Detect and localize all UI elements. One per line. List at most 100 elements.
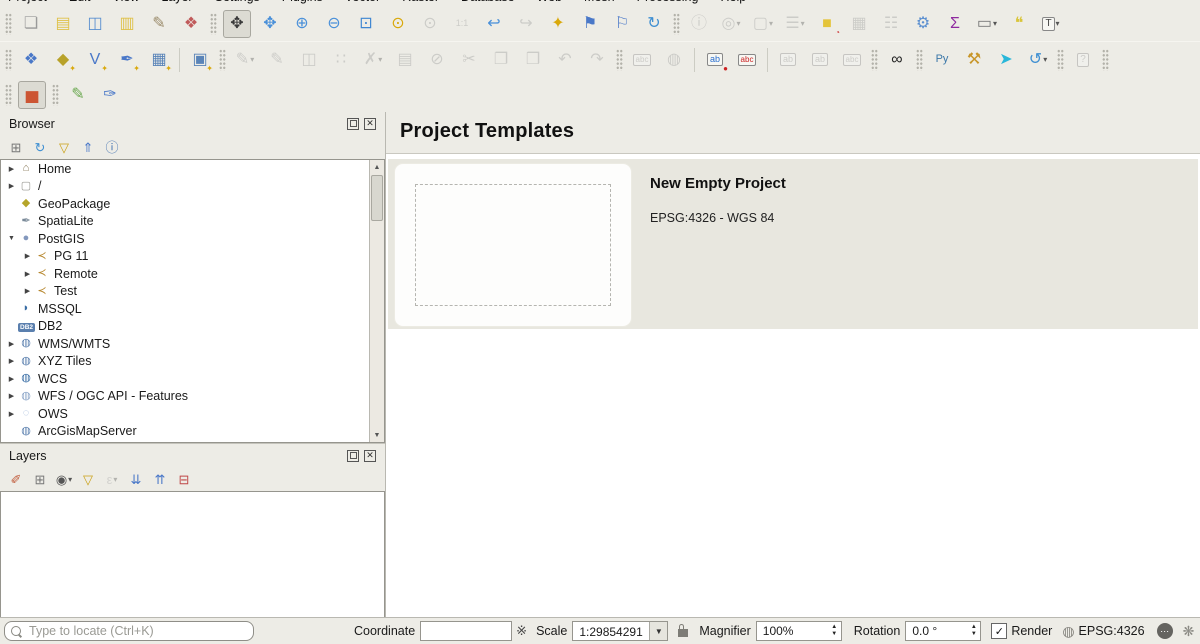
chevron-down-icon[interactable]: ▾ — [736, 19, 740, 28]
new-spatialite-layer-icon[interactable]: ✒✦ — [114, 47, 140, 73]
statistical-summary-icon[interactable]: Σ — [942, 11, 968, 37]
spinner-arrows-icon[interactable]: ▲▼ — [828, 624, 841, 637]
remove-layer-icon[interactable]: ⊟ — [174, 469, 194, 489]
coordinate-extent-icon[interactable]: ※ — [516, 623, 527, 639]
refresh-browser-icon[interactable]: ↻ — [30, 137, 50, 157]
plugin-hammer-icon[interactable]: ⚒ — [961, 47, 987, 73]
template-thumbnail-card[interactable] — [394, 163, 632, 327]
chevron-down-icon[interactable]: ▾ — [68, 475, 72, 484]
pan-to-selection-icon[interactable]: ✥ — [257, 11, 283, 37]
menu-item-settings[interactable]: Settings — [215, 0, 260, 4]
style-manager-icon[interactable]: ❖ — [178, 11, 204, 37]
rotation-spinbox[interactable]: 0.0 ° ▲▼ — [905, 621, 981, 641]
menu-item-view[interactable]: View — [112, 0, 139, 4]
tree-item-wms-wmts[interactable]: ▶◍WMS/WMTS — [1, 335, 384, 353]
toolbar-grip[interactable] — [219, 49, 226, 71]
filter-legend-icon[interactable]: ▽ — [78, 469, 98, 489]
menu-item-plugins[interactable]: Plugins — [282, 0, 323, 4]
chevron-down-icon[interactable]: ▾ — [1056, 19, 1060, 28]
crs-status-badge[interactable]: EPSG:4326 — [1079, 624, 1145, 638]
toolbar-grip[interactable] — [5, 13, 12, 35]
toolbar-grip[interactable] — [210, 13, 217, 35]
expander-closed-icon[interactable]: ▶ — [5, 165, 18, 173]
new-project-icon[interactable]: ❏ — [18, 11, 44, 37]
menu-item-processing[interactable]: Processing — [637, 0, 699, 4]
tree-item-geopackage[interactable]: ◆GeoPackage — [1, 195, 384, 213]
menu-item-help[interactable]: Help — [720, 0, 746, 4]
zoom-full-icon[interactable]: ⊡ — [353, 11, 379, 37]
toolbar-grip[interactable] — [5, 84, 12, 106]
chevron-down-icon[interactable]: ▾ — [113, 475, 117, 484]
refresh-icon[interactable]: ↻ — [641, 11, 667, 37]
new-print-layout-icon[interactable]: ▥ — [114, 11, 140, 37]
chevron-down-icon[interactable]: ▾ — [993, 19, 997, 28]
pan-map-icon[interactable]: ✥ — [223, 10, 251, 38]
metasearch-icon[interactable]: ∞ — [884, 47, 910, 73]
tree-item-mssql[interactable]: ◗MSSQL — [1, 300, 384, 318]
magnifier-value[interactable]: 100% — [757, 624, 828, 638]
new-temporary-scratch-layer-icon[interactable]: ▦✦ — [146, 47, 172, 73]
tree-item-wcs[interactable]: ▶◍WCS — [1, 370, 384, 388]
expander-closed-icon[interactable]: ▶ — [5, 410, 18, 418]
show-spatial-bookmarks-icon[interactable]: ⚑ — [577, 11, 603, 37]
chart-plugin-icon[interactable]: ▅ — [18, 81, 46, 109]
expand-all-icon[interactable]: ⇊ — [126, 469, 146, 489]
tree-item-home[interactable]: ▶⌂Home — [1, 160, 384, 178]
tree-item-ows[interactable]: ▶◌OWS — [1, 405, 384, 423]
toolbar-grip[interactable] — [871, 49, 878, 71]
layers-close-icon[interactable]: ✕ — [364, 450, 376, 462]
menu-item-mesh[interactable]: Mesh — [584, 0, 615, 4]
tree-item-pg-11[interactable]: ▶≺PG 11 — [17, 248, 384, 266]
browser-scrollbar[interactable]: ▲ ▼ — [369, 160, 384, 442]
new-geopackage-layer-icon[interactable]: ◆✦ — [50, 47, 76, 73]
new-virtual-layer-icon[interactable]: ▣✦ — [187, 47, 213, 73]
plugin-arrow-icon[interactable]: ➤ — [993, 47, 1019, 73]
save-project-icon[interactable]: ◫ — [82, 11, 108, 37]
render-checkbox[interactable]: ✓ — [991, 623, 1007, 639]
toolbar-grip[interactable] — [1102, 49, 1109, 71]
tree-item-db2[interactable]: DB2DB2 — [1, 318, 384, 336]
tree-item-spatialite[interactable]: ✒SpatiaLite — [1, 213, 384, 231]
browser-properties-icon[interactable]: ⓘ — [102, 137, 122, 157]
menu-item-web[interactable]: Web — [537, 0, 562, 4]
scroll-thumb[interactable] — [371, 175, 383, 221]
processing-toolbox-icon[interactable]: ⚙ — [910, 11, 936, 37]
add-selected-layers-icon[interactable]: ⊞ — [6, 137, 26, 157]
chevron-down-icon[interactable]: ▾ — [1043, 55, 1047, 64]
template-row-new-empty-project[interactable]: New Empty Project EPSG:4326 - WGS 84 — [388, 159, 1198, 329]
collapse-all-icon[interactable]: ⇑ — [78, 137, 98, 157]
toolbar-grip[interactable] — [616, 49, 623, 71]
expander-closed-icon[interactable]: ▶ — [5, 357, 18, 365]
toolbar-grip[interactable] — [916, 49, 923, 71]
new-spatial-bookmark-icon[interactable]: ✦ — [545, 11, 571, 37]
expander-closed-icon[interactable]: ▶ — [5, 340, 18, 348]
expander-open-icon[interactable]: ▼ — [5, 235, 18, 242]
scroll-down-icon[interactable]: ▼ — [370, 428, 384, 442]
map-tips-icon[interactable]: ❝ — [1006, 11, 1032, 37]
bookmark-manager-icon[interactable]: ⚐ — [609, 11, 635, 37]
filter-browser-icon[interactable]: ▽ — [54, 137, 74, 157]
toolbar-grip[interactable] — [5, 49, 12, 71]
menu-item-raster[interactable]: Raster — [402, 0, 439, 4]
toolbar-grip[interactable] — [1057, 49, 1064, 71]
expander-closed-icon[interactable]: ▶ — [21, 270, 34, 278]
menu-item-project[interactable]: Project — [8, 0, 47, 4]
locator-box[interactable] — [4, 621, 254, 641]
menu-item-vector[interactable]: Vector — [345, 0, 380, 4]
menu-item-layer[interactable]: Layer — [161, 0, 192, 4]
text-annotation-icon[interactable]: T▾ — [1038, 11, 1064, 37]
zoom-in-icon[interactable]: ⊕ — [289, 11, 315, 37]
menu-item-database[interactable]: Database — [461, 0, 515, 4]
add-group-icon[interactable]: ⊞ — [30, 469, 50, 489]
map-tools-plugin-icon[interactable]: ✑ — [97, 82, 123, 108]
zoom-to-selection-icon[interactable]: ⊙ — [385, 11, 411, 37]
chevron-down-icon[interactable]: ▾ — [378, 55, 382, 64]
spinner-arrows-icon[interactable]: ▲▼ — [967, 624, 980, 637]
expander-closed-icon[interactable]: ▶ — [21, 252, 34, 260]
chevron-down-icon[interactable]: ▾ — [769, 19, 773, 28]
tree-item-remote[interactable]: ▶≺Remote — [17, 265, 384, 283]
chevron-down-icon[interactable]: ▾ — [801, 19, 805, 28]
history-icon[interactable]: ↺▾ — [1025, 47, 1051, 73]
scale-dropdown-icon[interactable]: ▼ — [649, 622, 667, 640]
coordinate-input[interactable] — [420, 621, 512, 641]
